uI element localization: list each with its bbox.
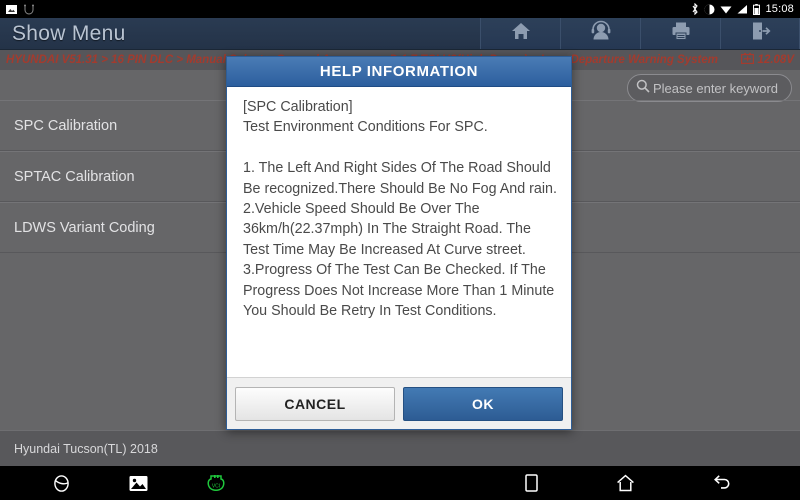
help-information-dialog: HELP INFORMATION [SPC Calibration] Test … (226, 56, 572, 430)
ok-button[interactable]: OK (403, 386, 563, 421)
cancel-button[interactable]: CANCEL (235, 386, 395, 421)
diagnostic-app-screen: 15:08 Show Menu HYUNDAI V51.31 > 16 PIN … (0, 0, 800, 500)
dialog-title: HELP INFORMATION (319, 63, 479, 80)
dialog-overlay: HELP INFORMATION [SPC Calibration] Test … (0, 0, 800, 500)
dialog-title-bar: HELP INFORMATION (227, 57, 571, 87)
dialog-footer: CANCEL OK (227, 377, 571, 429)
dialog-body-text: [SPC Calibration] Test Environment Condi… (243, 99, 557, 320)
dialog-body: [SPC Calibration] Test Environment Condi… (227, 87, 571, 377)
